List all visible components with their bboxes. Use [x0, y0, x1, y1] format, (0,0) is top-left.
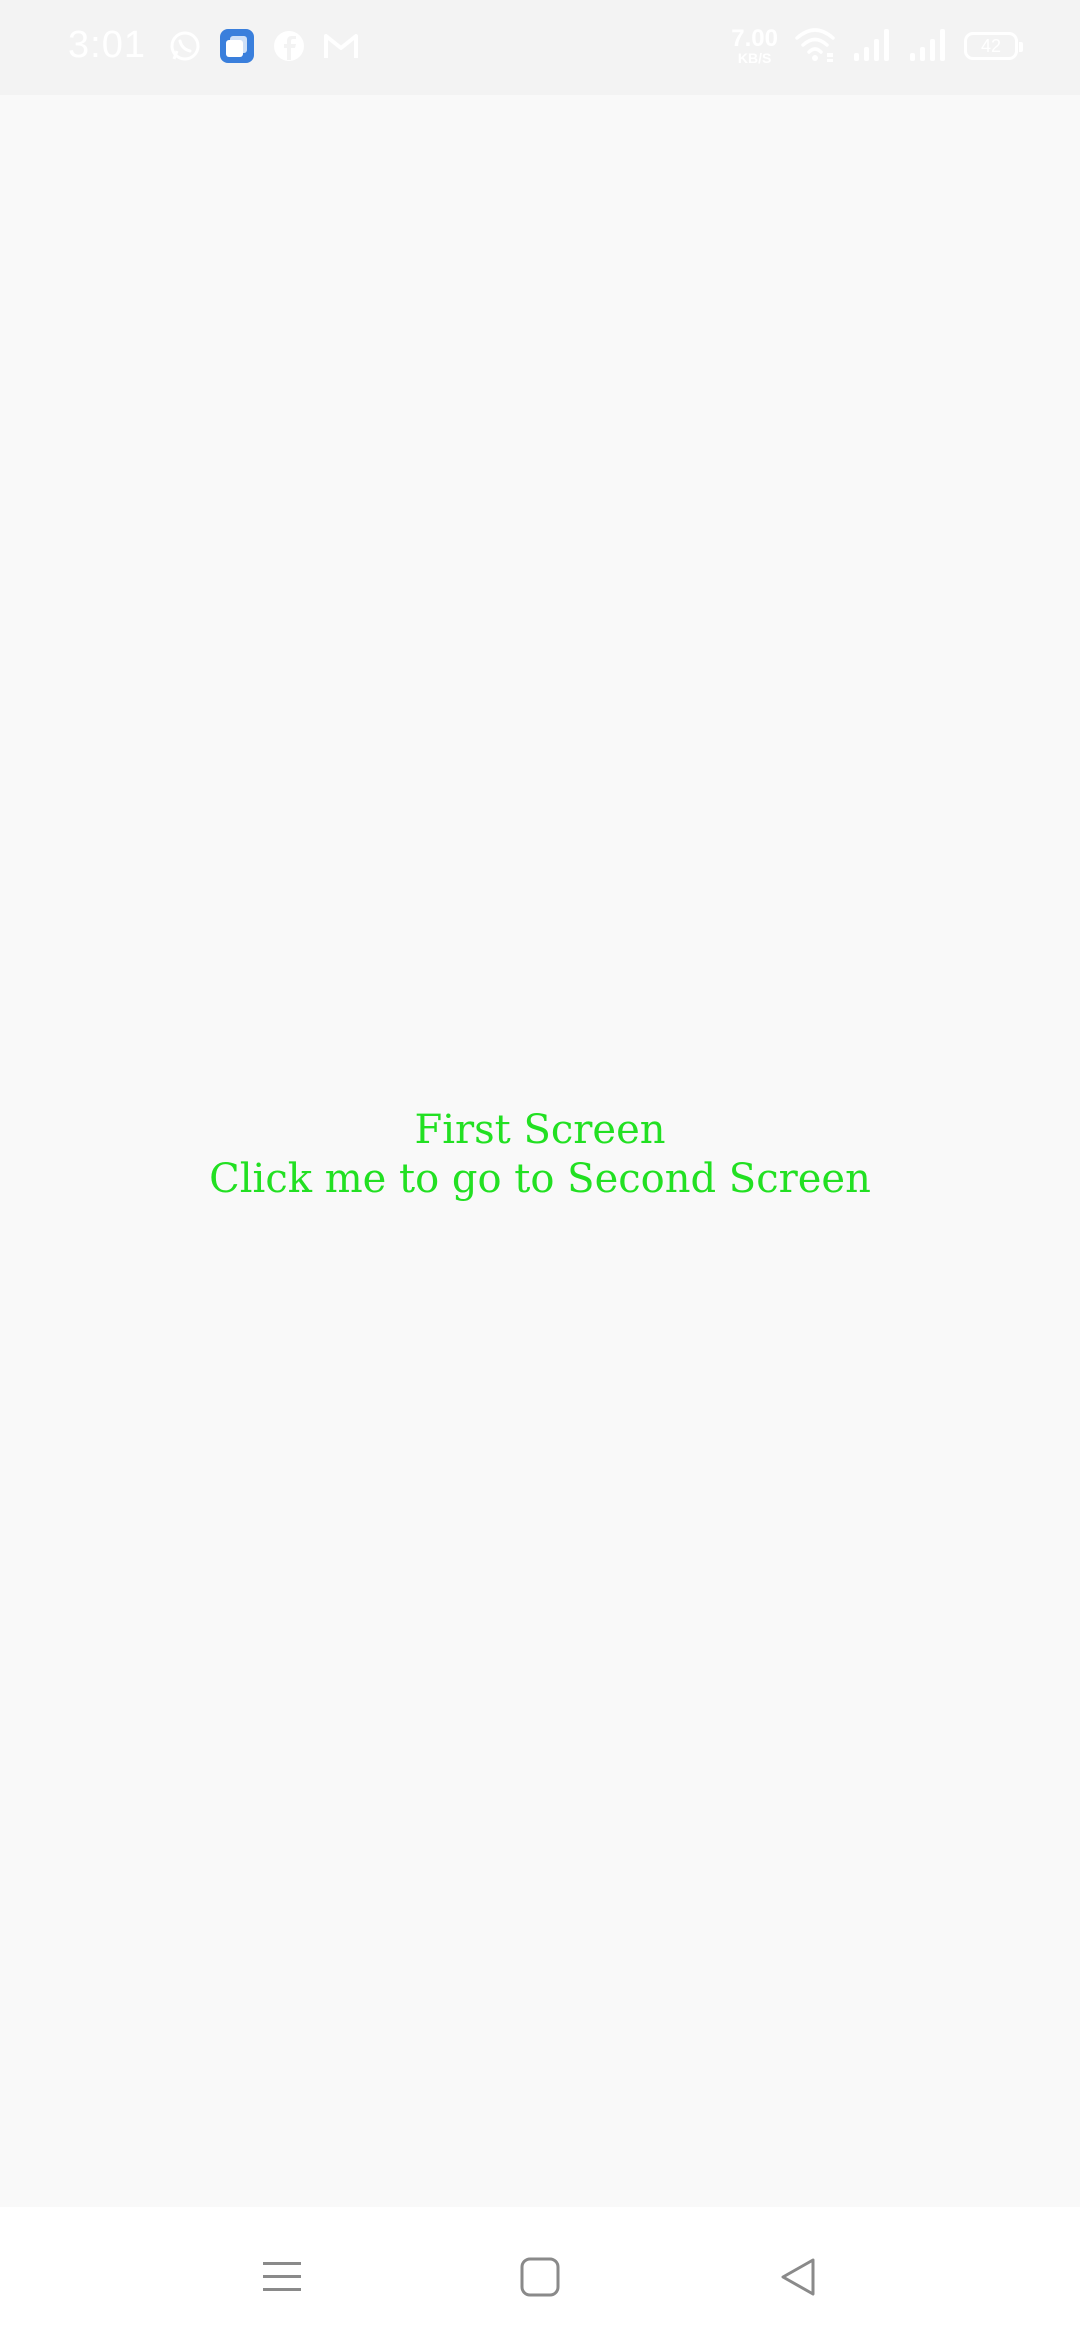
whatsapp-icon	[166, 27, 204, 65]
back-button[interactable]	[768, 2247, 828, 2307]
back-icon	[781, 2258, 815, 2296]
battery-level: 42	[980, 35, 1002, 56]
status-time: 3:01	[68, 24, 146, 66]
menu-button[interactable]	[252, 2247, 312, 2307]
net-speed-unit: KB/S	[737, 50, 772, 66]
facebook-icon	[270, 27, 308, 65]
gmail-icon	[322, 27, 360, 65]
status-bar: 3:01 7.00 KB/S 42	[0, 0, 1080, 95]
menu-icon	[263, 2262, 301, 2291]
home-icon	[520, 2257, 560, 2297]
net-speed-indicator: 7.00 KB/S	[731, 25, 778, 66]
battery-icon: 42	[964, 32, 1023, 60]
app-badge-icon	[218, 27, 256, 65]
system-status-icons: 7.00 KB/S 42	[731, 25, 1023, 66]
navigation-bar	[0, 2207, 1080, 2340]
signal-icon	[908, 27, 948, 65]
notification-icons	[166, 27, 360, 65]
net-speed-value: 7.00	[731, 25, 778, 52]
home-button[interactable]	[510, 2247, 570, 2307]
signal-icon	[852, 27, 892, 65]
first-screen-content: First Screen Click me to go to Second Sc…	[0, 95, 1080, 2207]
wifi-icon	[794, 26, 836, 66]
screen-title: First Screen	[414, 1107, 666, 1153]
go-to-second-screen-link[interactable]: Click me to go to Second Screen	[0, 1154, 1080, 1204]
